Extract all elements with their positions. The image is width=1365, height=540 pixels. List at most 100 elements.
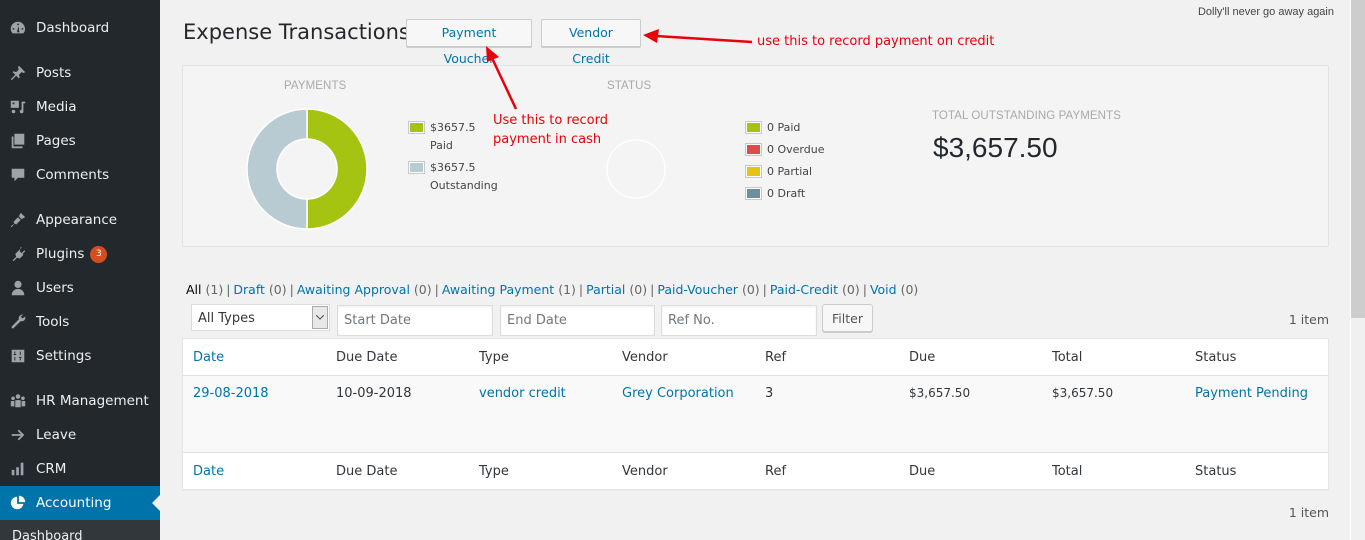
legend-outstanding: $3657.5 Outstanding xyxy=(408,159,498,195)
plugin-icon xyxy=(0,245,36,263)
view-link-paid-voucher[interactable]: Paid-Voucher xyxy=(657,282,738,297)
separator: | xyxy=(226,282,231,297)
chevron-down-icon[interactable] xyxy=(312,306,328,329)
separator: | xyxy=(578,282,584,297)
sidebar-item-crm[interactable]: CRM xyxy=(0,452,160,486)
legend-label: Outstanding xyxy=(430,179,498,192)
legend-paid: $3657.5 Paid xyxy=(408,119,476,155)
payments-title: PAYMENTS xyxy=(284,80,347,92)
swatch-color xyxy=(747,145,760,154)
donut-slice-paid xyxy=(306,108,368,230)
column-footer-type: Type xyxy=(479,463,509,479)
end-date-input[interactable] xyxy=(500,305,655,336)
admin-sidebar: Dashboard Posts Media Pages Comments App… xyxy=(0,0,160,540)
annotation-credit: use this to record payment on credit xyxy=(757,34,995,49)
row-type-link[interactable]: vendor credit xyxy=(479,386,566,401)
view-link-partial[interactable]: Partial xyxy=(586,282,625,297)
sliders-icon xyxy=(0,347,36,365)
column-header-due-date: Due Date xyxy=(336,349,398,365)
wrench-icon xyxy=(0,313,36,331)
total-outstanding-title: TOTAL OUTSTANDING PAYMENTS xyxy=(932,110,1121,122)
view-count: (0) xyxy=(741,282,760,297)
start-date-input[interactable] xyxy=(337,305,493,336)
pushpin-icon xyxy=(0,64,36,82)
ref-no-input[interactable] xyxy=(661,305,817,336)
legend-amount: $3657.5 xyxy=(430,161,476,174)
sidebar-item-appearance[interactable]: Appearance xyxy=(0,203,160,237)
legend-label: 0 Partial xyxy=(767,165,813,178)
table-footer-row: Date Due Date Type Vendor Ref Due Total … xyxy=(183,452,1328,489)
filter-button[interactable]: Filter xyxy=(822,304,873,332)
swatch-color xyxy=(747,123,760,132)
view-count: (0) xyxy=(268,282,287,297)
payment-voucher-button[interactable]: Payment Voucher xyxy=(406,19,532,66)
items-count-bottom: 1 item xyxy=(1288,505,1329,520)
submenu-item-dashboard[interactable]: Dashboard xyxy=(0,520,160,540)
comment-icon xyxy=(0,166,36,184)
sidebar-item-posts[interactable]: Posts xyxy=(0,56,160,90)
sidebar-item-label: CRM xyxy=(36,461,67,477)
items-count-top: 1 item xyxy=(1288,312,1329,327)
row-due-date: 10-09-2018 xyxy=(336,386,412,401)
type-select[interactable]: All Types xyxy=(191,304,330,331)
sidebar-item-label: Posts xyxy=(36,65,72,81)
status-chart-ring xyxy=(606,139,666,199)
view-count: (0) xyxy=(629,282,648,297)
total-outstanding-value: $3,657.50 xyxy=(933,132,1058,163)
legend-label: 0 Draft xyxy=(767,187,806,200)
row-due: $3,657.50 xyxy=(909,386,971,400)
view-count: (1) xyxy=(205,282,224,297)
type-select-value: All Types xyxy=(198,311,255,326)
status-empty-chart xyxy=(606,139,666,199)
sidebar-item-pages[interactable]: Pages xyxy=(0,124,160,158)
sidebar-item-label: Dashboard xyxy=(36,20,110,36)
row-ref: 3 xyxy=(765,386,774,401)
view-link-awaiting-approval[interactable]: Awaiting Approval xyxy=(297,282,410,297)
view-link-awaiting-payment[interactable]: Awaiting Payment xyxy=(442,282,554,297)
column-footer-date[interactable]: Date xyxy=(193,464,224,479)
vendor-credit-button[interactable]: Vendor Credit xyxy=(541,19,641,66)
sidebar-item-users[interactable]: Users xyxy=(0,271,160,305)
status-legend-partial: 0 Partial xyxy=(745,163,812,181)
arrow-to-vendor-credit xyxy=(655,34,753,44)
sidebar-item-label: Media xyxy=(36,99,77,115)
sidebar-item-dashboard[interactable]: Dashboard xyxy=(0,11,160,45)
sidebar-item-label: Accounting xyxy=(36,495,112,511)
row-vendor-link[interactable]: Grey Corporation xyxy=(622,386,734,401)
view-link-void[interactable]: Void xyxy=(870,282,897,297)
update-count-badge: 3 xyxy=(90,245,108,263)
view-link-draft[interactable]: Draft xyxy=(233,282,265,297)
separator: | xyxy=(650,282,655,297)
legend-swatch xyxy=(408,161,425,174)
dashboard-icon xyxy=(0,19,36,37)
page-scrollbar[interactable] xyxy=(1350,0,1365,540)
column-footer-due-date: Due Date xyxy=(336,463,398,479)
sidebar-item-label: Appearance xyxy=(36,212,118,228)
column-header-date[interactable]: Date xyxy=(193,350,224,365)
view-link-paid-credit[interactable]: Paid-Credit xyxy=(770,282,838,297)
media-icon xyxy=(0,98,36,116)
status-legend-overdue: 0 Overdue xyxy=(745,141,824,159)
sidebar-item-media[interactable]: Media xyxy=(0,90,160,124)
page-title: Expense Transactions xyxy=(183,20,410,44)
sidebar-item-label: Users xyxy=(36,280,74,296)
row-date-link[interactable]: 29-08-2018 xyxy=(193,386,269,401)
annotation-cash: Use this to record payment in cash xyxy=(493,111,608,149)
swatch-color-paid xyxy=(410,123,423,132)
sidebar-item-tools[interactable]: Tools xyxy=(0,305,160,339)
sidebar-item-hr-management[interactable]: HR Management xyxy=(0,384,160,418)
separator: | xyxy=(289,282,294,297)
sidebar-item-accounting[interactable]: Accounting xyxy=(0,486,160,520)
view-count: (0) xyxy=(900,282,919,297)
sidebar-item-plugins[interactable]: Plugins 3 xyxy=(0,237,160,271)
row-status-link[interactable]: Payment Pending xyxy=(1195,386,1308,401)
sidebar-item-comments[interactable]: Comments xyxy=(0,158,160,192)
sidebar-item-leave[interactable]: Leave xyxy=(0,418,160,452)
separator: | xyxy=(434,282,439,297)
status-legend-paid: 0 Paid xyxy=(745,119,800,137)
view-link-all[interactable]: All xyxy=(186,282,202,297)
scrollbar-thumb[interactable] xyxy=(1351,0,1365,318)
column-header-total: Total xyxy=(1052,349,1083,365)
sidebar-item-settings[interactable]: Settings xyxy=(0,339,160,373)
separator: | xyxy=(762,282,767,297)
